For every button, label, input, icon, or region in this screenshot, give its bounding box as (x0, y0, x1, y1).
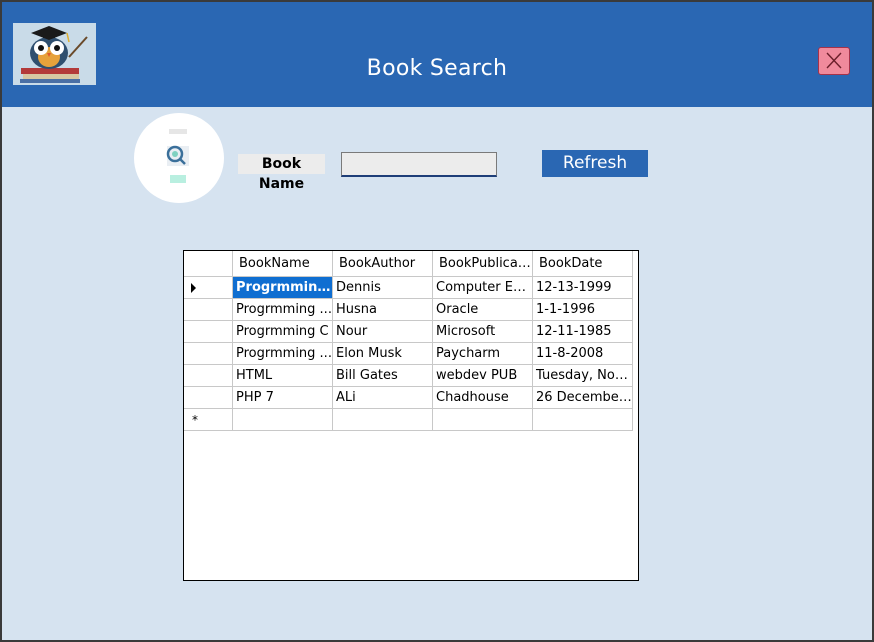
table-cell[interactable] (533, 409, 633, 431)
table-cell[interactable]: Paycharm (433, 343, 533, 365)
table-row[interactable]: Progrmming ... Husna Oracle 1-1-1996 (184, 299, 633, 321)
table-cell[interactable]: Elon Musk (333, 343, 433, 365)
table-cell[interactable]: Dennis (333, 277, 433, 299)
books-data-grid[interactable]: BookName BookAuthor BookPublicatio BookD… (183, 250, 639, 581)
table-cell[interactable]: Tuesday, Nov... (533, 365, 633, 387)
table-cell[interactable]: Progrmming ... (233, 277, 333, 299)
title-bar: Book Search (2, 2, 872, 107)
row-header[interactable] (184, 387, 233, 409)
search-logo (134, 113, 224, 203)
column-header-bookdate[interactable]: BookDate (533, 251, 633, 277)
table-row[interactable]: Progrmming C Nour Microsoft 12-11-1985 (184, 321, 633, 343)
table-cell[interactable]: Computer Ed... (433, 277, 533, 299)
table-cell[interactable]: ALi (333, 387, 433, 409)
book-name-label: Book Name (238, 154, 325, 192)
window-title: Book Search (366, 56, 508, 81)
row-header[interactable] (184, 365, 233, 387)
table-cell[interactable]: 1-1-1996 (533, 299, 633, 321)
table-cell[interactable]: Chadhouse (433, 387, 533, 409)
grid-corner (184, 251, 233, 277)
table-cell[interactable]: 12-13-1999 (533, 277, 633, 299)
table-cell[interactable]: Microsoft (433, 321, 533, 343)
table-cell[interactable]: webdev PUB (433, 365, 533, 387)
row-header[interactable] (184, 277, 233, 299)
current-row-arrow-icon (191, 283, 196, 293)
table-cell[interactable] (233, 409, 333, 431)
table-cell[interactable] (433, 409, 533, 431)
table-cell[interactable]: HTML (233, 365, 333, 387)
table-row[interactable]: Progrmming ... Elon Musk Paycharm 11-8-2… (184, 343, 633, 365)
table-cell[interactable]: Progrmming ... (233, 343, 333, 365)
table-cell[interactable]: Oracle (433, 299, 533, 321)
row-header[interactable] (184, 299, 233, 321)
book-name-input[interactable] (341, 152, 497, 177)
row-header[interactable] (184, 343, 233, 365)
column-header-bookpublication[interactable]: BookPublicatio (433, 251, 533, 277)
column-header-bookname[interactable]: BookName (233, 251, 333, 277)
new-row-marker: * (192, 413, 198, 427)
table-cell[interactable] (333, 409, 433, 431)
table-cell[interactable]: Husna (333, 299, 433, 321)
book-search-window: Book Search Book Name Refresh BookName B… (2, 2, 872, 640)
magnifier-search-icon (166, 129, 189, 183)
table-row[interactable]: HTML Bill Gates webdev PUB Tuesday, Nov.… (184, 365, 633, 387)
close-icon (826, 52, 842, 69)
table-cell[interactable]: 12-11-1985 (533, 321, 633, 343)
table-cell[interactable]: 26 December... (533, 387, 633, 409)
refresh-button[interactable]: Refresh (542, 150, 648, 177)
table-row[interactable]: PHP 7 ALi Chadhouse 26 December... (184, 387, 633, 409)
table-row[interactable]: Progrmming ... Dennis Computer Ed... 12-… (184, 277, 633, 299)
table-cell[interactable]: Nour (333, 321, 433, 343)
new-row[interactable]: * (184, 409, 633, 431)
row-header[interactable] (184, 321, 233, 343)
table-cell[interactable]: Bill Gates (333, 365, 433, 387)
row-header[interactable]: * (184, 409, 233, 431)
table-cell[interactable]: Progrmming ... (233, 299, 333, 321)
table-cell[interactable]: Progrmming C (233, 321, 333, 343)
table-cell[interactable]: 11-8-2008 (533, 343, 633, 365)
close-button[interactable] (818, 47, 850, 75)
grid-header-row: BookName BookAuthor BookPublicatio BookD… (184, 251, 633, 277)
table-cell[interactable]: PHP 7 (233, 387, 333, 409)
column-header-bookauthor[interactable]: BookAuthor (333, 251, 433, 277)
